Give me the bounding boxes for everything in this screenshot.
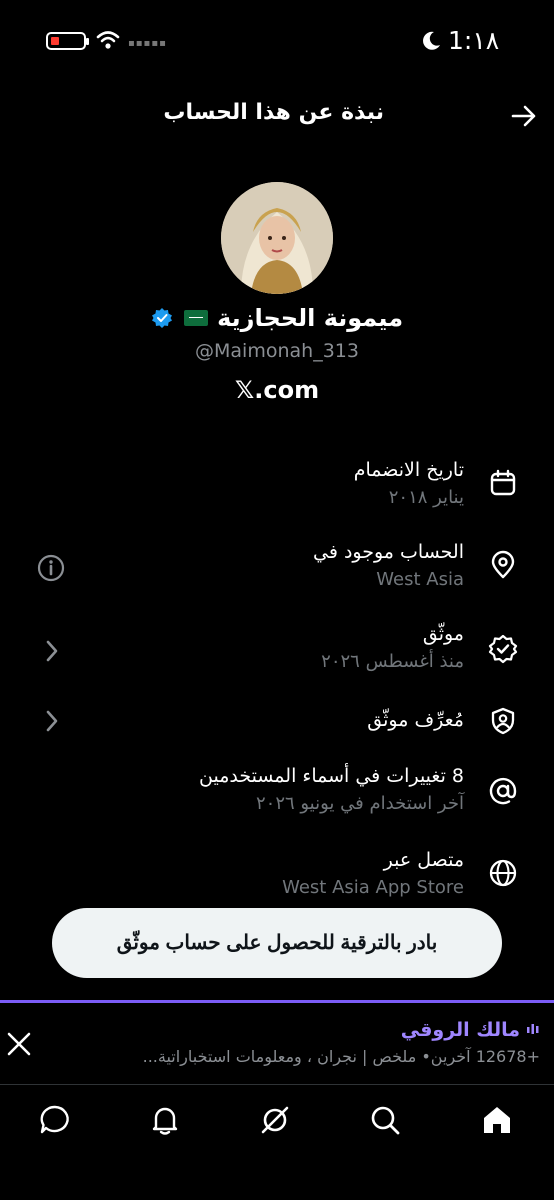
site-label: 𝕏.com bbox=[234, 376, 320, 404]
chevron-left-icon[interactable] bbox=[36, 636, 66, 666]
row-title: تاريخ الانضمام bbox=[353, 459, 464, 481]
verified-badge-icon bbox=[488, 634, 518, 664]
search-icon[interactable] bbox=[368, 1103, 402, 1137]
row-subtitle: يناير ٢٠١٨ bbox=[388, 487, 464, 508]
audio-bars-icon bbox=[527, 1024, 539, 1034]
row-title: موثّق bbox=[422, 623, 464, 645]
profile-name: ميمونة الحجازية bbox=[217, 304, 404, 332]
space-banner[interactable]: مالك الروقي +12678 آخرين• ملخص | نجران ،… bbox=[0, 1003, 554, 1083]
row-title: مُعرِّف موثّق bbox=[367, 709, 464, 731]
row-subtitle: West Asia bbox=[376, 569, 464, 590]
verified-badge-icon bbox=[151, 308, 172, 328]
space-host: مالك الروقي bbox=[401, 1019, 540, 1041]
calendar-icon bbox=[490, 469, 516, 496]
saudi-flag-icon bbox=[184, 310, 209, 326]
info-row-username-changes: 8 تغييرات في أسماء المستخدمين آخر استخدا… bbox=[0, 762, 554, 832]
profile-handle: @Maimonah_313 bbox=[195, 340, 359, 362]
row-subtitle: آخر استخدام في يونيو ٢٠٢٦ bbox=[255, 793, 464, 814]
info-row-location[interactable]: الحساب موجود في West Asia bbox=[0, 538, 554, 608]
space-host-name: مالك الروقي bbox=[400, 1019, 520, 1041]
row-title: الحساب موجود في bbox=[313, 541, 464, 563]
space-description: +12678 آخرين• ملخص | نجران ، ومعلومات اس… bbox=[142, 1047, 540, 1066]
row-title: 8 تغييرات في أسماء المستخدمين bbox=[199, 765, 464, 787]
info-icon[interactable] bbox=[36, 553, 66, 583]
row-subtitle: West Asia App Store bbox=[282, 877, 464, 898]
info-row-join-date: تاريخ الانضمام يناير ٢٠١٨ bbox=[0, 456, 554, 526]
location-pin-icon bbox=[491, 550, 515, 579]
notifications-icon[interactable] bbox=[148, 1103, 182, 1137]
signal-dots-icon: ▪▪▪▪▪ bbox=[128, 38, 167, 49]
upgrade-verified-button[interactable]: بادر بالترقية للحصول على حساب موثّق bbox=[52, 908, 502, 978]
info-row-connected-via: متصل عبر West Asia App Store bbox=[0, 846, 554, 916]
info-row-verified[interactable]: موثّق منذ أغسطس ٢٠٢٦ bbox=[0, 620, 554, 690]
status-bar: ▪▪▪▪▪ 1:١٨ bbox=[0, 0, 554, 84]
moon-icon bbox=[423, 31, 440, 50]
messages-icon[interactable] bbox=[38, 1103, 72, 1137]
arrow-right-icon[interactable] bbox=[510, 102, 538, 130]
profile-name-row: ميمونة الحجازية bbox=[0, 304, 554, 332]
clock: 1:١٨ bbox=[448, 26, 500, 55]
page-title: نبذة عن هذا الحساب bbox=[163, 100, 384, 125]
globe-icon bbox=[489, 859, 517, 887]
grok-icon[interactable] bbox=[258, 1103, 292, 1137]
chevron-left-icon[interactable] bbox=[36, 706, 66, 736]
row-subtitle: منذ أغسطس ٢٠٢٦ bbox=[321, 651, 464, 672]
shield-person-icon bbox=[491, 707, 515, 735]
close-icon[interactable] bbox=[6, 1031, 32, 1057]
bottom-nav bbox=[0, 1084, 554, 1200]
avatar[interactable] bbox=[221, 182, 333, 294]
row-title: متصل عبر bbox=[383, 849, 464, 871]
wifi-icon bbox=[96, 31, 120, 49]
battery-low-icon bbox=[46, 32, 89, 50]
header: نبذة عن هذا الحساب bbox=[0, 92, 554, 140]
home-icon[interactable] bbox=[480, 1103, 514, 1137]
at-icon bbox=[489, 777, 517, 805]
